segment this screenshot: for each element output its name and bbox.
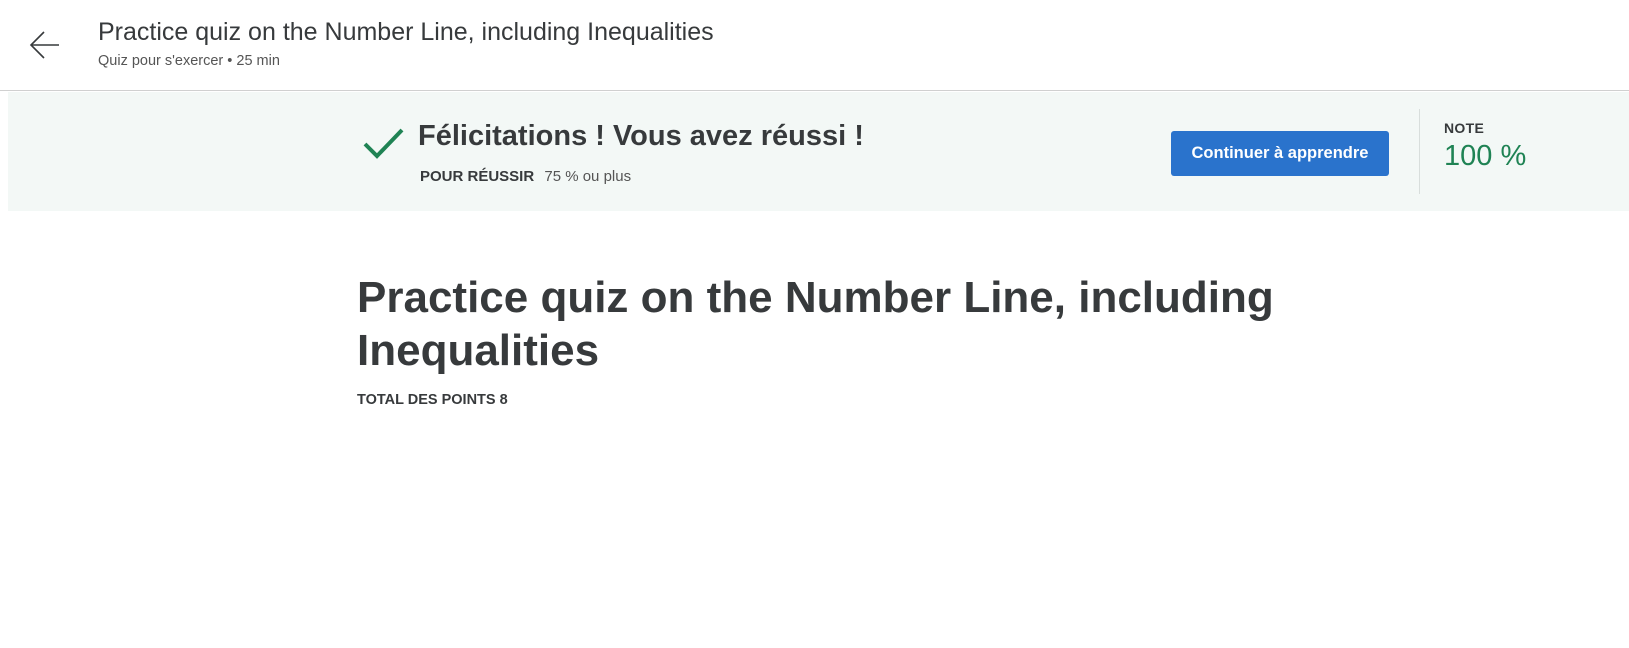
- header-subtitle: Quiz pour s'exercer • 25 min: [98, 53, 280, 69]
- total-points: TOTAL DES POINTS 8: [357, 392, 508, 408]
- quiz-title: Practice quiz on the Number Line, includ…: [357, 273, 1274, 375]
- header-title: Practice quiz on the Number Line, includ…: [98, 18, 714, 46]
- grade-value: 100 %: [1444, 140, 1527, 172]
- continue-learning-button[interactable]: Continuer à apprendre: [1171, 131, 1389, 176]
- checkmark-icon: [363, 128, 404, 159]
- success-banner: Félicitations ! Vous avez réussi ! POUR …: [8, 92, 1629, 211]
- top-bar: Practice quiz on the Number Line, includ…: [0, 0, 1629, 91]
- back-button[interactable]: [26, 26, 64, 64]
- pass-label: POUR RÉUSSIR: [420, 168, 535, 185]
- congratulations-message: Félicitations ! Vous avez réussi !: [418, 120, 864, 152]
- arrow-left-icon: [29, 31, 59, 59]
- grade-label: NOTE: [1444, 120, 1485, 136]
- vertical-divider: [1419, 109, 1420, 194]
- passing-requirement: POUR RÉUSSIR 75 % ou plus: [420, 168, 631, 185]
- pass-value: 75 % ou plus: [544, 168, 632, 185]
